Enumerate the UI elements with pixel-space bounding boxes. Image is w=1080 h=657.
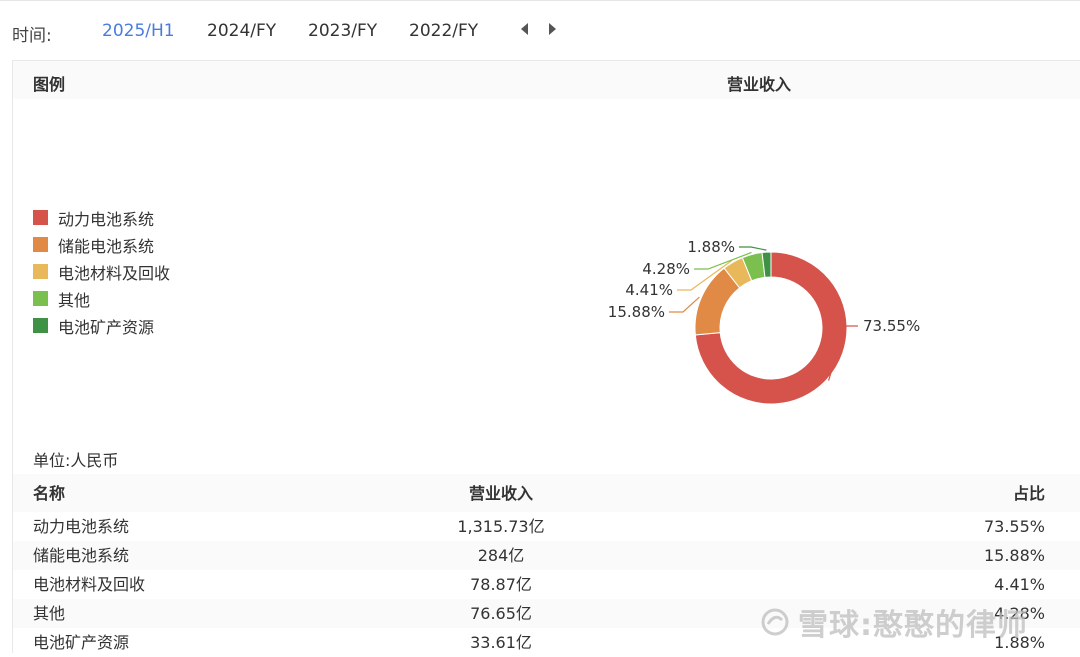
legend-item[interactable]: 电池材料及回收 [33,258,170,285]
legend-swatch [33,210,48,225]
legend-swatch [33,264,48,279]
row-revenue: 76.65亿 [470,604,532,623]
row-name: 动力电池系统 [33,517,130,536]
table-row: 电池材料及回收 78.87亿 4.41% [13,570,1080,599]
legend-swatch [33,291,48,306]
row-revenue: 284亿 [477,546,525,565]
watermark-text: 雪球:憨憨的律师 [798,608,1028,643]
table-row: 储能电池系统 284亿 15.88% [13,541,1080,570]
slice-label: 1.88% [687,238,735,256]
table-header-row: 名称 营业收入 占比 [13,474,1080,512]
row-share: 4.41% [994,575,1045,594]
row-share: 15.88% [983,546,1045,565]
unit-label: 单位:人民币 [33,451,119,470]
prev-arrow-icon[interactable] [521,23,528,35]
legend-title: 图例 [33,75,66,94]
legend-label: 电池矿产资源 [58,317,155,337]
chart-title: 营业收入 [727,75,792,94]
legend-label: 储能电池系统 [58,236,155,256]
row-name: 其他 [33,604,66,623]
panel-header: 图例 营业收入 [13,61,1080,99]
slice-label: 4.28% [642,260,690,278]
revenue-panel: 图例 营业收入 动力电池系统 储能电池系统 电池材料及回收 其他 电池矿产资源 … [12,60,1080,653]
period-bar: 时间: 2025/H1 2024/FY 2023/FY 2022/FY [0,0,1080,60]
row-revenue: 1,315.73亿 [457,517,545,536]
legend-label: 其他 [58,290,91,310]
table-row: 动力电池系统 1,315.73亿 73.55% [13,512,1080,541]
legend-item[interactable]: 其他 [33,285,170,312]
row-name: 电池材料及回收 [33,575,146,594]
next-arrow-icon[interactable] [549,23,556,35]
slice-label: 15.88% [608,303,665,321]
leader-line [669,296,700,313]
leader-line [739,246,767,251]
snowball-logo-icon [761,608,789,636]
period-tab-2025-h1[interactable]: 2025/H1 [102,21,175,41]
chart-legend: 动力电池系统 储能电池系统 电池材料及回收 其他 电池矿产资源 [33,204,170,339]
time-label: 时间: [12,26,52,46]
legend-item[interactable]: 电池矿产资源 [33,312,170,339]
legend-label: 电池材料及回收 [58,263,171,283]
header-revenue: 营业收入 [468,484,533,503]
legend-swatch [33,318,48,333]
period-tab-2024-fy[interactable]: 2024/FY [207,21,276,41]
period-tab-2023-fy[interactable]: 2023/FY [308,21,377,41]
watermark: 雪球:憨憨的律师 [760,600,1028,644]
slice-label: 4.41% [625,281,673,299]
revenue-donut-chart: 73.55% 15.88% 4.41% 4.28% 1.88% [608,238,920,405]
period-tab-2022-fy[interactable]: 2022/FY [409,21,478,41]
row-share: 73.55% [983,517,1045,536]
header-name: 名称 [33,484,66,503]
legend-label: 动力电池系统 [58,209,155,229]
row-name: 储能电池系统 [33,546,130,565]
slice-label: 73.55% [863,317,920,335]
header-share: 占比 [1012,484,1045,503]
legend-item[interactable]: 储能电池系统 [33,231,170,258]
legend-swatch [33,237,48,252]
row-revenue: 78.87亿 [470,575,532,594]
legend-item[interactable]: 动力电池系统 [33,204,170,231]
